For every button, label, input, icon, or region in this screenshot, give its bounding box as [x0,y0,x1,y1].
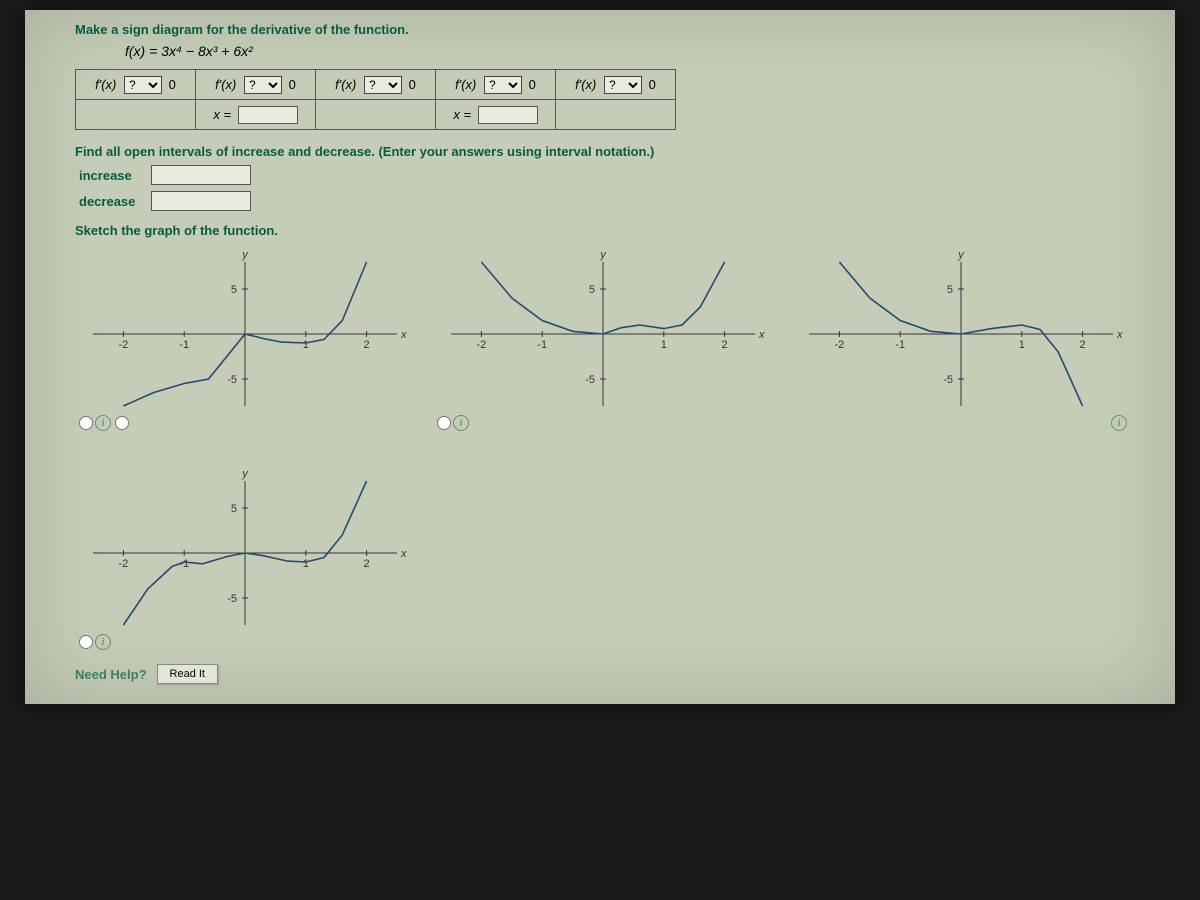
sign-select-4[interactable]: ? [484,76,522,94]
graph-option-2[interactable]: -2-112-55xy i [433,244,773,427]
ytick-label: -5 [227,593,237,605]
y-axis-label: y [957,249,965,261]
fprime-label: f'(x) [215,77,236,92]
x-axis-label: x [1116,329,1123,341]
x-cell-empty-1 [76,100,196,130]
info-icon[interactable]: i [1111,415,1127,431]
xtick-label: -2 [477,339,487,351]
sign-diagram-table: f'(x) ? 0 f'(x) ? 0 f'(x) ? 0 f'(x) ? 0 … [75,69,676,130]
xtick-label: 2 [722,339,728,351]
graph-select-row-4: i [79,634,111,650]
xtick-label: 2 [1080,339,1086,351]
fprime-label: f'(x) [575,77,596,92]
xtick-label: 1 [1019,339,1025,351]
y-axis-label: y [241,249,249,261]
graph-radio-1-alt[interactable] [115,416,129,430]
sign-row: f'(x) ? 0 f'(x) ? 0 f'(x) ? 0 f'(x) ? 0 … [76,70,676,100]
graph-option-1[interactable]: -2-112-55xy i [75,244,415,427]
graph-option-4[interactable]: -2-112-55xy i [75,463,415,646]
xtick-label: -1 [895,339,905,351]
function-formula: f(x) = 3x⁴ − 8x³ + 6x² [125,43,1155,59]
x-cell-empty-2 [316,100,436,130]
graph-option-3[interactable]: -2-112-55xy i [791,244,1131,427]
info-icon[interactable]: i [95,415,111,431]
x-equals-label: x = [213,107,231,122]
question-page: Make a sign diagram for the derivative o… [25,10,1175,704]
graph-select-row-3: i [1111,415,1127,431]
x-axis-label: x [758,329,765,341]
x-value-input-1[interactable] [238,106,298,124]
y-axis-label: y [241,468,249,480]
decrease-label: decrease [79,194,139,209]
xtick-label: 1 [661,339,667,351]
graph-1: -2 -1 1 2 -5 5 x y [75,244,415,424]
sign-cell-1: f'(x) ? 0 [76,70,196,100]
sign-cell-5: f'(x) ? 0 [556,70,676,100]
y-axis-label: y [599,249,607,261]
xtick-label: -2 [835,339,845,351]
fprime-label: f'(x) [455,77,476,92]
ytick-label: 5 [231,503,237,515]
sign-select-3[interactable]: ? [364,76,402,94]
graph-3: -2 -1 1 2 -5 5 x y [791,244,1131,424]
graph-select-row-2: i [437,415,469,431]
sign-select-2[interactable]: ? [244,76,282,94]
ytick-label: 5 [947,284,953,296]
xtick-label: -1 [537,339,547,351]
x-axis-label: x [400,548,407,560]
sign-cell-3: f'(x) ? 0 [316,70,436,100]
graph-radio-1[interactable] [79,416,93,430]
graph-2: -2 -1 1 2 -5 5 x y [433,244,773,424]
graph-select-row-1: i [79,415,129,431]
x-value-row: x = x = [76,100,676,130]
sign-select-5[interactable]: ? [604,76,642,94]
ytick-label: -5 [227,374,237,386]
read-it-button[interactable]: Read It [157,664,218,684]
sign-select-1[interactable]: ? [124,76,162,94]
xtick-label: -1 [179,339,189,351]
graph-radio-2[interactable] [437,416,451,430]
info-icon[interactable]: i [453,415,469,431]
xtick-label: 2 [364,339,370,351]
xtick-label: -2 [119,558,129,570]
zero-1: 0 [169,77,176,92]
sign-cell-2: f'(x) ? 0 [196,70,316,100]
graph-options: -2-112-55xy i -2-112-55xy i -2-112-55xy … [75,244,1155,646]
need-help-label: Need Help? [75,667,147,682]
x-cell-1: x = [196,100,316,130]
decrease-input[interactable] [151,191,251,211]
xtick-label: 2 [364,558,370,570]
zero-4: 0 [529,77,536,92]
zero-2: 0 [289,77,296,92]
x-axis-label: x [400,329,407,341]
increase-row: increase [79,165,1155,185]
ytick-label: -5 [585,374,595,386]
x-value-input-2[interactable] [478,106,538,124]
sign-cell-4: f'(x) ? 0 [436,70,556,100]
x-equals-label: x = [453,107,471,122]
need-help-bar: Need Help? Read It [75,664,1155,684]
ytick-label: -5 [943,374,953,386]
prompt-intervals: Find all open intervals of increase and … [75,144,1155,159]
zero-5: 0 [649,77,656,92]
prompt-sign-diagram: Make a sign diagram for the derivative o… [75,22,1155,37]
decrease-row: decrease [79,191,1155,211]
xtick-label: -2 [119,339,129,351]
x-cell-empty-3 [556,100,676,130]
zero-3: 0 [409,77,416,92]
ytick-label: 5 [231,284,237,296]
ytick-label: 5 [589,284,595,296]
graph-4: -2-112-55xy [75,463,415,643]
graph-radio-4[interactable] [79,635,93,649]
xtick-label: 1 [303,339,309,351]
xtick-label: 1 [303,558,309,570]
fprime-label: f'(x) [335,77,356,92]
increase-label: increase [79,168,139,183]
increase-input[interactable] [151,165,251,185]
x-cell-2: x = [436,100,556,130]
prompt-sketch: Sketch the graph of the function. [75,223,1155,238]
fprime-label: f'(x) [95,77,116,92]
info-icon[interactable]: i [95,634,111,650]
